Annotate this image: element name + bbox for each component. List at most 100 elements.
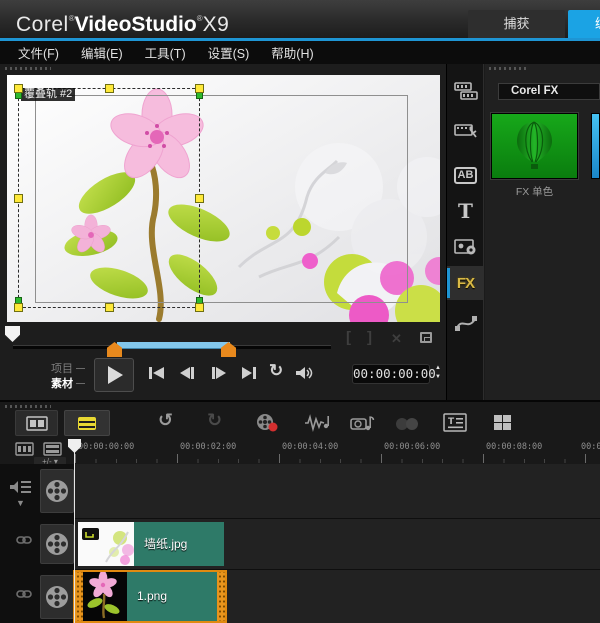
resize-handle-ne[interactable]	[195, 84, 204, 93]
panel-grip[interactable]	[5, 67, 51, 70]
menu-edit[interactable]: 编辑(E)	[81, 43, 123, 62]
tab-capture[interactable]: 捕获	[468, 10, 565, 38]
graphic-icon	[453, 237, 479, 257]
preview-viewport[interactable]: 覆叠轨 #2	[7, 75, 440, 322]
track-area: ▼	[0, 464, 600, 623]
fx-thumbnail-mono[interactable]	[491, 113, 578, 179]
redo-button[interactable]: ↻	[207, 410, 222, 431]
timeline-view-button[interactable]	[64, 410, 110, 436]
motion-path-button[interactable]	[447, 306, 484, 340]
indicator-line	[76, 368, 85, 369]
split-clip-icon[interactable]: ✕	[391, 331, 402, 347]
circle-shape	[406, 418, 418, 430]
clip-trim-handle-right[interactable]	[217, 572, 225, 621]
resize-handle-n[interactable]	[105, 84, 114, 93]
resize-handle-w[interactable]	[14, 194, 23, 203]
fx-thumbnail-next[interactable]	[591, 113, 600, 179]
gallery-category-dropdown[interactable]: Corel FX	[498, 83, 600, 100]
trim-bar[interactable]	[117, 342, 230, 349]
ruler-label: 00:00:04:00	[282, 442, 338, 452]
panel-grip[interactable]	[5, 405, 51, 408]
tab-edit[interactable]: 编辑	[568, 10, 600, 38]
clip-1png-selected[interactable]: 1.png	[73, 570, 227, 623]
enlarge-preview-icon[interactable]	[420, 332, 432, 343]
mark-out-icon[interactable]: ]	[367, 329, 372, 346]
next-frame-icon[interactable]	[208, 365, 230, 381]
play-icon	[108, 366, 123, 384]
link-track-icon[interactable]	[16, 534, 32, 546]
videostudio-window: Corel®VideoStudio®X9 捕获 编辑 文件(F) 编辑(E) 工…	[0, 0, 600, 623]
mark-in-icon[interactable]: [	[346, 329, 351, 346]
menu-help[interactable]: 帮助(H)	[271, 43, 313, 62]
pan-zoom-badge	[82, 528, 99, 540]
film-reel-icon	[44, 531, 70, 557]
scrubber-playhead[interactable]	[5, 326, 20, 342]
resize-handle-sw[interactable]	[14, 303, 23, 312]
storyboard-view-button[interactable]	[15, 410, 58, 436]
fx-mono-preview	[492, 114, 577, 178]
repeat-icon[interactable]: ↻	[269, 361, 283, 381]
timecode-display[interactable]: 00:00:00:00	[352, 364, 430, 384]
timeline-ruler[interactable]	[70, 454, 600, 463]
timeline-view-icon	[78, 417, 96, 430]
track-height-icon[interactable]	[43, 442, 62, 456]
menu-tools[interactable]: 工具(T)	[145, 43, 186, 62]
overlay-track-1-button[interactable]	[40, 524, 74, 564]
menu-file[interactable]: 文件(F)	[18, 43, 59, 62]
app-logo: Corel®VideoStudio®X9	[16, 5, 229, 33]
go-to-end-icon[interactable]	[238, 365, 260, 381]
timecode-spinner[interactable]: ▲▼	[433, 364, 443, 384]
panel-grip[interactable]	[489, 67, 529, 70]
resize-handle-se[interactable]	[195, 303, 204, 312]
transition-ab-icon: AB	[454, 167, 478, 184]
filter-fx-button[interactable]: FX	[447, 266, 484, 300]
title-t-icon: T	[458, 199, 473, 223]
resize-handle-e[interactable]	[195, 194, 204, 203]
record-capture-icon[interactable]	[254, 413, 280, 433]
go-to-start-icon[interactable]	[146, 365, 168, 381]
instant-project-button[interactable]	[447, 114, 484, 148]
mode-clip-button[interactable]: 素材	[51, 375, 85, 391]
timeline-section: ↺ ↻ T	[0, 400, 600, 623]
undo-button[interactable]: ↺	[158, 410, 173, 431]
clip-trim-handle-left[interactable]	[75, 572, 83, 621]
active-indicator	[447, 268, 450, 298]
collapse-tracks-icon[interactable]: ▼	[16, 498, 25, 508]
transition-button[interactable]: AB	[447, 158, 484, 192]
rotate-handle[interactable]	[196, 92, 203, 99]
fx-thumbnail-label: FX 单色	[485, 184, 584, 199]
clip-thumbnail	[83, 572, 127, 621]
track-transparency-icon[interactable]	[396, 418, 422, 430]
overlay-track-2-button[interactable]	[40, 575, 74, 619]
overlay-selection-marquee[interactable]: 覆叠轨 #2	[18, 88, 200, 308]
menu-settings[interactable]: 设置(S)	[208, 43, 250, 62]
play-button[interactable]	[94, 358, 134, 392]
track-manager-icon[interactable]	[7, 478, 33, 496]
ruler-label: 00:00:02:00	[180, 442, 236, 452]
spin-down-icon[interactable]: ▼	[435, 374, 441, 380]
video-track[interactable]	[75, 464, 600, 518]
subtitle-editor-icon[interactable]: T	[443, 413, 467, 432]
resize-handle-s[interactable]	[105, 303, 114, 312]
playhead-line[interactable]	[74, 452, 75, 623]
sound-mixer-icon[interactable]	[303, 413, 331, 433]
media-library-button[interactable]	[447, 74, 484, 108]
title-button[interactable]: T	[447, 194, 484, 228]
video-track-button[interactable]	[40, 469, 74, 513]
ruler-label: 00:00	[581, 442, 600, 452]
multi-view-grid-icon[interactable]	[494, 415, 511, 430]
previous-frame-icon[interactable]	[177, 365, 199, 381]
link-track-icon[interactable]	[16, 588, 32, 600]
auto-music-icon[interactable]	[349, 413, 375, 433]
volume-icon[interactable]	[295, 365, 315, 381]
main-area: 覆叠轨 #2	[0, 64, 600, 400]
spin-up-icon[interactable]: ▲	[435, 365, 441, 371]
resize-handle-nw[interactable]	[14, 84, 23, 93]
title-bar: Corel®VideoStudio®X9 捕获 编辑	[0, 0, 600, 38]
rotate-handle[interactable]	[15, 92, 22, 99]
gallery-panel: Corel FX FX 单色	[485, 64, 600, 400]
all-tracks-view-icon[interactable]	[15, 442, 34, 456]
mode-project-button[interactable]: 项目	[51, 360, 85, 376]
clip-wallpaper[interactable]: 墙纸.jpg	[78, 522, 224, 566]
graphic-button[interactable]	[447, 230, 484, 264]
